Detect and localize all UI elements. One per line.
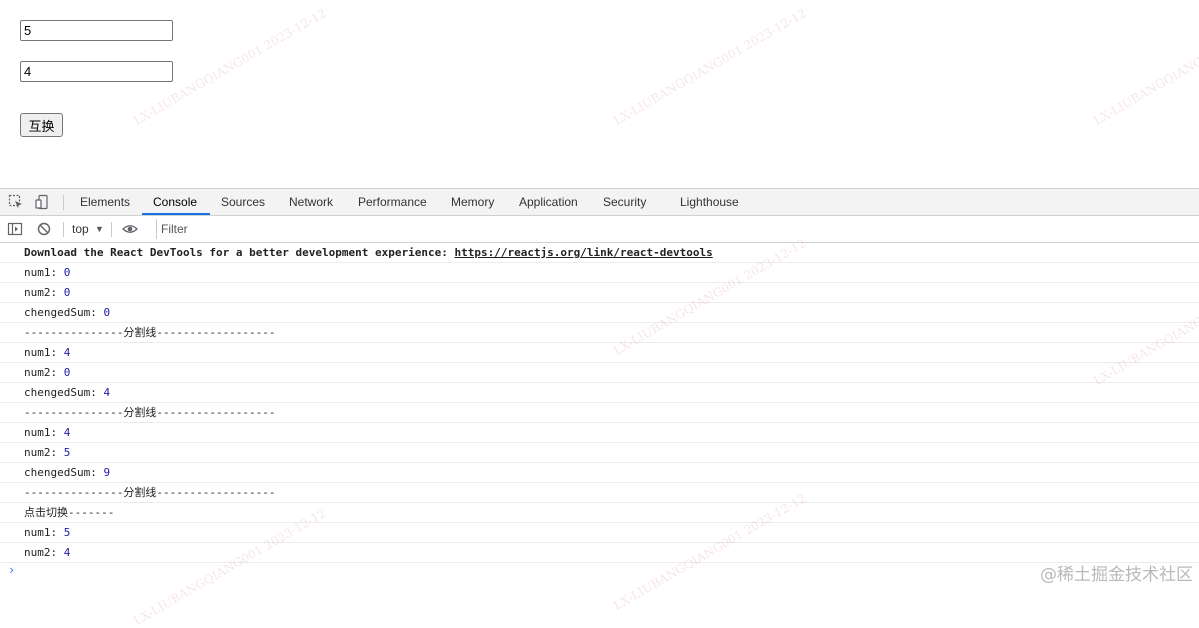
context-dropdown-icon[interactable]: ▼ [95, 216, 104, 242]
log-value: 5 [63, 526, 71, 539]
console-toolbar: top ▼ [0, 216, 1199, 243]
console-log-line: num2: 5 [0, 443, 1199, 463]
clear-console-icon[interactable] [36, 221, 52, 237]
number-input-1[interactable] [20, 20, 173, 41]
show-sidebar-icon[interactable] [7, 221, 23, 237]
log-value: 0 [63, 366, 71, 379]
live-expression-eye-icon[interactable] [122, 221, 138, 237]
log-label: 点击切换------- [24, 506, 115, 519]
log-value: 4 [63, 346, 71, 359]
inspect-element-icon[interactable] [8, 194, 24, 210]
device-toolbar-icon[interactable] [34, 194, 50, 210]
react-devtools-link[interactable]: https://reactjs.org/link/react-devtools [454, 246, 712, 259]
log-label: chengedSum: [24, 466, 104, 479]
log-label: num1: [24, 526, 64, 539]
log-label: num2: [24, 366, 64, 379]
console-log-line: num1: 4 [0, 343, 1199, 363]
console-log-line: chengedSum: 9 [0, 463, 1199, 483]
toolbar-divider [63, 222, 64, 237]
log-label: num2: [24, 446, 64, 459]
tab-sources[interactable]: Sources [221, 189, 265, 215]
active-tab-indicator [142, 213, 210, 215]
log-value: 4 [103, 386, 111, 399]
console-log-line: num1: 0 [0, 263, 1199, 283]
tab-elements[interactable]: Elements [80, 189, 130, 215]
swap-button[interactable]: 互换 [20, 113, 63, 137]
context-selector[interactable]: top [72, 216, 89, 242]
console-log-line: chengedSum: 4 [0, 383, 1199, 403]
tab-memory[interactable]: Memory [451, 189, 494, 215]
console-log-line: chengedSum: 0 [0, 303, 1199, 323]
console-log-line: ---------------分割线------------------ [0, 323, 1199, 343]
console-log-line: num1: 4 [0, 423, 1199, 443]
app-page: 互换 [0, 0, 1199, 188]
log-label: num2: [24, 286, 64, 299]
log-label: num1: [24, 426, 64, 439]
console-log-line: num2: 0 [0, 363, 1199, 383]
console-filter-input[interactable] [156, 219, 1199, 239]
console-log-line: ---------------分割线------------------ [0, 483, 1199, 503]
toolbar-divider [63, 195, 64, 210]
log-label: num2: [24, 546, 64, 559]
console-log-line: num2: 4 [0, 543, 1199, 563]
log-label: ---------------分割线------------------ [24, 406, 276, 419]
devtools-tab-bar: Elements Console Sources Network Perform… [0, 189, 1199, 216]
tab-application[interactable]: Application [519, 189, 578, 215]
react-devtools-notice: Download the React DevTools for a better… [0, 243, 1199, 263]
number-input-2[interactable] [20, 61, 173, 82]
log-value: 5 [63, 446, 71, 459]
log-value: 0 [103, 306, 111, 319]
log-value: 0 [63, 286, 71, 299]
log-value: 4 [63, 546, 71, 559]
console-log-line: 点击切换------- [0, 503, 1199, 523]
devtools-panel: Elements Console Sources Network Perform… [0, 188, 1199, 591]
console-log-line: num2: 0 [0, 283, 1199, 303]
toolbar-divider [111, 222, 112, 237]
tab-network[interactable]: Network [289, 189, 333, 215]
tab-security[interactable]: Security [603, 189, 646, 215]
tab-performance[interactable]: Performance [358, 189, 427, 215]
console-output: Download the React DevTools for a better… [0, 243, 1199, 592]
log-label: chengedSum: [24, 306, 104, 319]
log-label: ---------------分割线------------------ [24, 326, 276, 339]
tab-lighthouse[interactable]: Lighthouse [680, 189, 739, 215]
tab-console[interactable]: Console [153, 189, 197, 215]
console-prompt-icon[interactable]: › [8, 563, 15, 577]
log-value: 9 [103, 466, 111, 479]
log-label: num1: [24, 346, 64, 359]
console-log-line: num1: 5 [0, 523, 1199, 543]
log-value: 4 [63, 426, 71, 439]
console-log-line: ---------------分割线------------------ [0, 403, 1199, 423]
log-value: 0 [63, 266, 71, 279]
log-label: ---------------分割线------------------ [24, 486, 276, 499]
site-watermark: @稀土掘金技术社区 [1040, 565, 1193, 585]
log-label: chengedSum: [24, 386, 104, 399]
log-label: num1: [24, 266, 64, 279]
notice-text: Download the React DevTools for a better… [24, 246, 455, 259]
